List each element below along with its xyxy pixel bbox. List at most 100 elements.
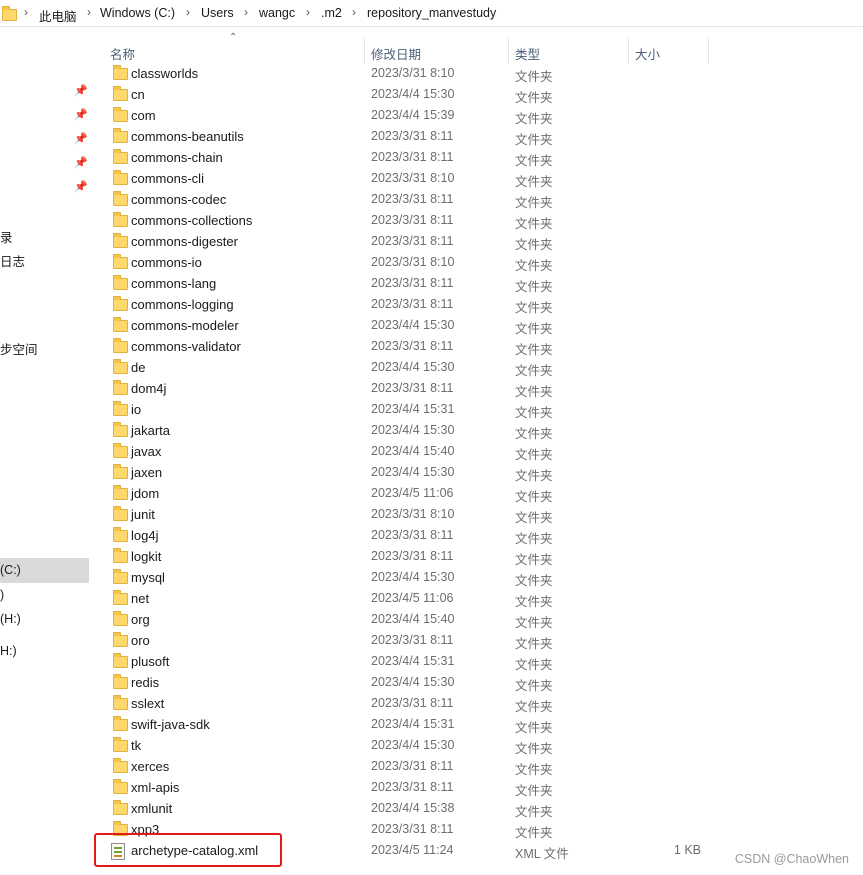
file-row[interactable]: commons-chain 2023/3/31 8:11 文件夹 [96, 147, 796, 168]
file-type: 文件夹 [515, 637, 553, 651]
file-row[interactable]: commons-cli 2023/3/31 8:10 文件夹 [96, 168, 796, 189]
column-header-type[interactable]: 类型 [515, 44, 540, 63]
folder-icon [113, 632, 128, 647]
file-row[interactable]: classworlds 2023/3/31 8:10 文件夹 [96, 63, 796, 84]
file-row[interactable]: commons-modeler 2023/4/4 15:30 文件夹 [96, 315, 796, 336]
breadcrumb-item[interactable]: Windows (C:) [100, 6, 175, 20]
file-row[interactable]: sslext 2023/3/31 8:11 文件夹 [96, 693, 796, 714]
file-row[interactable]: xml-apis 2023/3/31 8:11 文件夹 [96, 777, 796, 798]
folder-icon [113, 800, 128, 815]
column-divider[interactable] [508, 38, 509, 64]
pin-icon[interactable]: 📌 [74, 180, 88, 193]
column-divider[interactable] [628, 38, 629, 64]
file-row[interactable]: jdom 2023/4/5 11:06 文件夹 [96, 483, 796, 504]
pin-icon[interactable]: 📌 [74, 108, 88, 121]
chevron-right-icon[interactable]: › [24, 5, 28, 19]
nav-item-selected[interactable]: (C:) [0, 558, 89, 583]
chevron-right-icon[interactable]: › [352, 5, 356, 19]
breadcrumb-item[interactable]: repository_manvestudy [367, 6, 496, 20]
file-row[interactable]: org 2023/4/4 15:40 文件夹 [96, 609, 796, 630]
navigation-pane[interactable]: 📌 📌 📌 📌 📌 录 日志 步空间 (C:) ) (H:) H:) [0, 27, 89, 875]
file-row[interactable]: cn 2023/4/4 15:30 文件夹 [96, 84, 796, 105]
folder-icon [113, 674, 128, 689]
pin-icon[interactable]: 📌 [74, 156, 88, 169]
file-row[interactable]: swift-java-sdk 2023/4/4 15:31 文件夹 [96, 714, 796, 735]
file-row[interactable]: redis 2023/4/4 15:30 文件夹 [96, 672, 796, 693]
file-row[interactable]: com 2023/4/4 15:39 文件夹 [96, 105, 796, 126]
file-type: 文件夹 [515, 217, 553, 231]
nav-item[interactable]: (H:) [0, 612, 21, 626]
file-type: 文件夹 [515, 490, 553, 504]
file-row[interactable]: commons-codec 2023/3/31 8:11 文件夹 [96, 189, 796, 210]
file-row[interactable]: mysql 2023/4/4 15:30 文件夹 [96, 567, 796, 588]
file-row[interactable]: commons-validator 2023/3/31 8:11 文件夹 [96, 336, 796, 357]
file-type: 文件夹 [515, 133, 553, 147]
file-name: commons-validator [131, 339, 241, 354]
file-row[interactable]: log4j 2023/3/31 8:11 文件夹 [96, 525, 796, 546]
file-row[interactable]: junit 2023/3/31 8:10 文件夹 [96, 504, 796, 525]
column-header-size[interactable]: 大小 [635, 44, 660, 63]
file-type: 文件夹 [515, 595, 553, 609]
file-type: 文件夹 [515, 154, 553, 168]
file-row[interactable]: commons-beanutils 2023/3/31 8:11 文件夹 [96, 126, 796, 147]
file-name: redis [131, 675, 160, 690]
column-divider[interactable] [364, 38, 365, 64]
file-row[interactable]: jakarta 2023/4/4 15:30 文件夹 [96, 420, 796, 441]
file-row[interactable]: xerces 2023/3/31 8:11 文件夹 [96, 756, 796, 777]
file-date: 2023/4/4 15:30 [371, 360, 455, 374]
nav-item[interactable]: 日志 [0, 251, 25, 270]
column-divider[interactable] [708, 38, 709, 64]
file-name: de [131, 360, 146, 375]
chevron-right-icon[interactable]: › [306, 5, 310, 19]
file-name: junit [131, 507, 155, 522]
file-row[interactable]: tk 2023/4/4 15:30 文件夹 [96, 735, 796, 756]
file-name: xerces [131, 759, 170, 774]
file-row[interactable]: plusoft 2023/4/4 15:31 文件夹 [96, 651, 796, 672]
breadcrumb-item[interactable]: wangc [259, 6, 295, 20]
chevron-right-icon[interactable]: › [186, 5, 190, 19]
pin-icon[interactable]: 📌 [74, 84, 88, 97]
column-header-name[interactable]: 名称 [110, 44, 135, 63]
folder-icon [113, 233, 128, 248]
file-type: 文件夹 [515, 511, 553, 525]
file-row[interactable]: de 2023/4/4 15:30 文件夹 [96, 357, 796, 378]
folder-icon [113, 254, 128, 269]
nav-item[interactable]: (C:) [0, 563, 21, 577]
file-row[interactable]: commons-lang 2023/3/31 8:11 文件夹 [96, 273, 796, 294]
file-row[interactable]: io 2023/4/4 15:31 文件夹 [96, 399, 796, 420]
file-type: XML 文件 [515, 847, 569, 861]
file-row[interactable]: commons-collections 2023/3/31 8:11 文件夹 [96, 210, 796, 231]
nav-item[interactable]: 录 [0, 227, 13, 246]
file-row[interactable]: net 2023/4/5 11:06 文件夹 [96, 588, 796, 609]
file-date: 2023/3/31 8:10 [371, 507, 455, 521]
file-type: 文件夹 [515, 343, 553, 357]
file-row[interactable]: commons-digester 2023/3/31 8:11 文件夹 [96, 231, 796, 252]
file-date: 2023/4/4 15:31 [371, 402, 455, 416]
folder-icon [2, 6, 17, 21]
file-date: 2023/4/4 15:40 [371, 612, 455, 626]
chevron-right-icon[interactable]: › [244, 5, 248, 19]
file-row[interactable]: dom4j 2023/3/31 8:11 文件夹 [96, 378, 796, 399]
breadcrumb-item[interactable]: Users [201, 6, 234, 20]
pin-icon[interactable]: 📌 [74, 132, 88, 145]
file-date: 2023/4/4 15:31 [371, 654, 455, 668]
file-name: io [131, 402, 142, 417]
nav-item[interactable]: ) [0, 588, 4, 602]
file-type: 文件夹 [515, 826, 553, 840]
nav-item[interactable]: H:) [0, 644, 17, 658]
file-row[interactable]: jaxen 2023/4/4 15:30 文件夹 [96, 462, 796, 483]
address-bar[interactable]: › 此电脑 › Windows (C:) › Users › wangc › .… [0, 0, 863, 27]
nav-item[interactable]: 步空间 [0, 339, 38, 358]
breadcrumb-item[interactable]: 此电脑 [39, 6, 77, 25]
file-date: 2023/3/31 8:11 [371, 528, 454, 542]
file-row[interactable]: logkit 2023/3/31 8:11 文件夹 [96, 546, 796, 567]
file-row[interactable]: javax 2023/4/4 15:40 文件夹 [96, 441, 796, 462]
file-row[interactable]: xmlunit 2023/4/4 15:38 文件夹 [96, 798, 796, 819]
file-row[interactable]: commons-io 2023/3/31 8:10 文件夹 [96, 252, 796, 273]
chevron-right-icon[interactable]: › [87, 5, 91, 19]
file-row[interactable]: oro 2023/3/31 8:11 文件夹 [96, 630, 796, 651]
file-name: jakarta [131, 423, 171, 438]
column-header-date[interactable]: 修改日期 [371, 44, 421, 63]
breadcrumb-item[interactable]: .m2 [321, 6, 342, 20]
file-row[interactable]: commons-logging 2023/3/31 8:11 文件夹 [96, 294, 796, 315]
